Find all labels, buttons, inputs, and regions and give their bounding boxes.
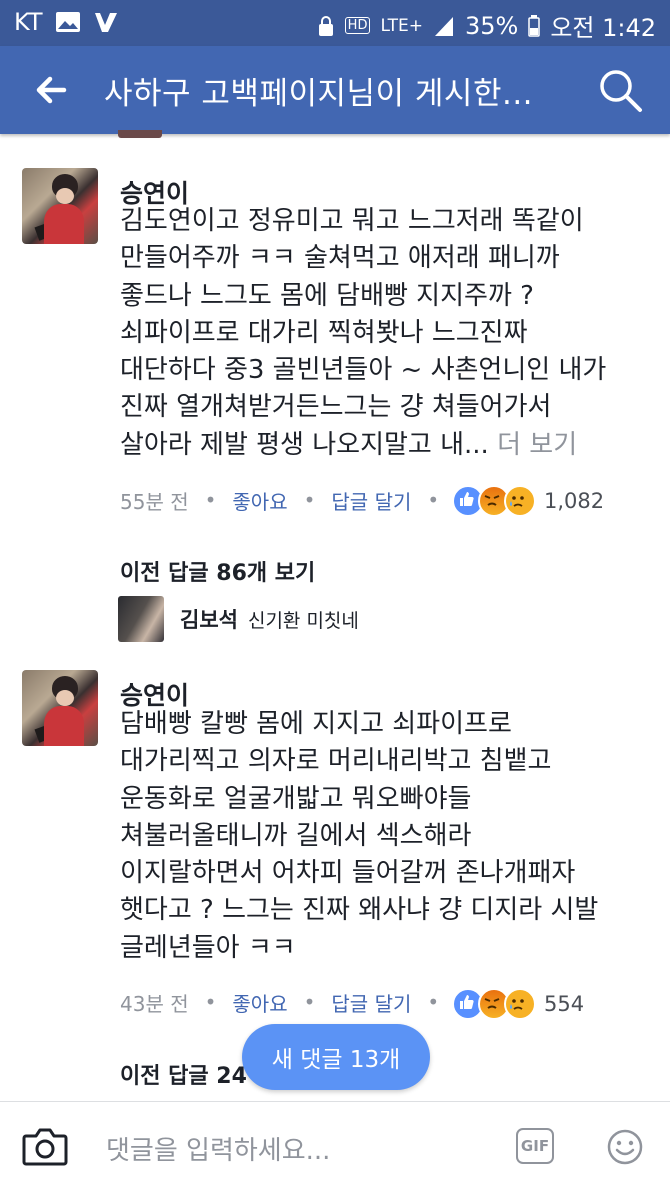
comment-time: 55분 전: [120, 489, 189, 514]
gallery-icon: [55, 12, 80, 32]
page-title: 사하구 고백페이지님이 게시한...: [104, 76, 534, 112]
reaction-count: 1,082: [544, 489, 605, 513]
comment-composer: 댓글을 입력하세요... GIF: [0, 1101, 670, 1192]
network-label: LTE+: [380, 15, 423, 36]
view-previous-replies[interactable]: 이전 답글 86개 보기: [120, 555, 315, 587]
separator: •: [427, 990, 440, 1014]
clock: 오전 1:42: [550, 14, 656, 42]
reaction-count: 554: [544, 992, 585, 1016]
hd-badge: HD: [344, 17, 371, 34]
comment-meta: 43분 전 • 좋아요 • 답글 달기 •: [120, 984, 455, 1020]
gif-icon[interactable]: GIF: [516, 1128, 554, 1164]
reactions[interactable]: 554: [452, 988, 584, 1020]
separator: •: [303, 990, 316, 1014]
comment-body: 담배빵 칼빵 몸에 지지고 쇠파이프로 대가리찍고 의자로 머리내리박고 침뱉고…: [120, 709, 599, 963]
comment-body: 김도연이고 정유미고 뭐고 느그저래 똑같이 만들어주까 ㅋㅋ 술쳐먹고 애저래…: [120, 203, 660, 464]
avatar[interactable]: [22, 168, 98, 244]
app-bar: 사하구 고백페이지님이 게시한...: [0, 46, 670, 134]
previous-avatar-peek: [118, 130, 162, 138]
separator: •: [303, 488, 316, 512]
separator: •: [427, 488, 440, 512]
like-button[interactable]: 좋아요: [232, 988, 287, 1017]
battery-icon: [528, 14, 541, 37]
carrier-label: KT: [14, 8, 43, 36]
sad-reaction-icon: [504, 485, 536, 517]
status-bar: KT HD LTE+ 35% 오전 1:42: [0, 0, 670, 46]
search-icon[interactable]: [596, 66, 644, 114]
app-notification-icon: [94, 13, 117, 32]
reply-button[interactable]: 답글 달기: [331, 988, 411, 1017]
comment-text: 김도연이고 정유미고 뭐고 느그저래 똑같이 만들어주까 ㅋㅋ 술쳐먹고 애저래…: [120, 206, 607, 460]
see-more-link[interactable]: 더 보기: [497, 430, 577, 460]
view-previous-replies[interactable]: 이전 답글 24: [120, 1058, 247, 1090]
latest-reply[interactable]: 김보석 신기환 미칫네: [118, 596, 359, 642]
camera-icon[interactable]: [22, 1126, 68, 1166]
avatar[interactable]: [22, 670, 98, 746]
reply-author[interactable]: 김보석: [180, 604, 238, 634]
comment-input[interactable]: 댓글을 입력하세요...: [106, 1130, 330, 1167]
separator: •: [204, 488, 217, 512]
reply-text: 신기환 미칫네: [247, 609, 359, 632]
sad-reaction-icon: [504, 988, 536, 1020]
smiley-icon[interactable]: [606, 1128, 644, 1166]
comment-meta: 55분 전 • 좋아요 • 답글 달기 •: [120, 482, 455, 518]
separator: •: [204, 990, 217, 1014]
avatar[interactable]: [118, 596, 164, 642]
reactions[interactable]: 1,082: [452, 485, 604, 517]
lock-icon: [318, 15, 333, 36]
like-button[interactable]: 좋아요: [232, 486, 287, 515]
back-arrow-icon[interactable]: [30, 68, 74, 112]
signal-icon: [434, 16, 453, 36]
battery-percent: 35%: [464, 11, 519, 40]
comment-time: 43분 전: [120, 991, 189, 1016]
reply-button[interactable]: 답글 달기: [331, 486, 411, 515]
new-comments-button[interactable]: 새 댓글 13개: [242, 1024, 430, 1090]
